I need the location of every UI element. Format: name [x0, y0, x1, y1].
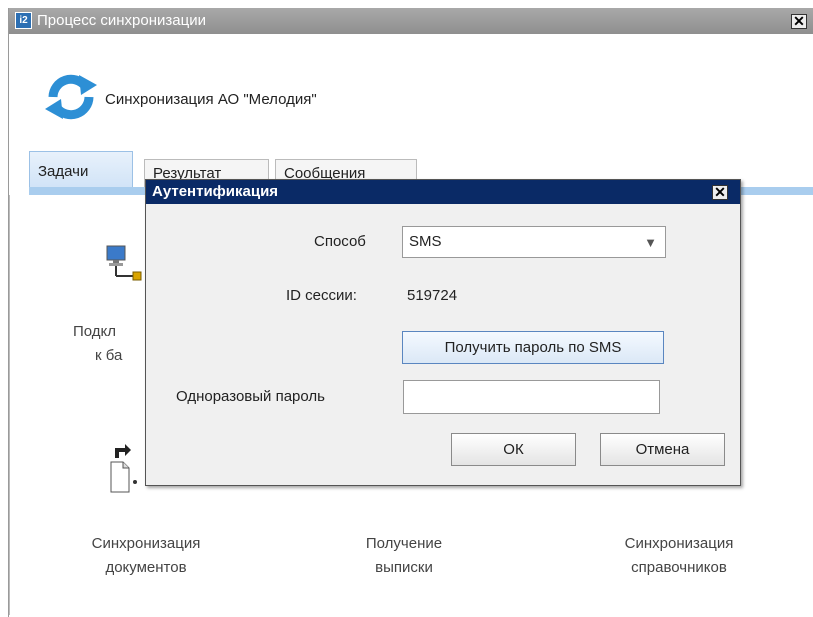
tile-statement-label[interactable]: Получение выписки [329, 532, 479, 580]
computer-connect-icon [106, 245, 142, 281]
dialog-close-button[interactable]: ✕ [712, 185, 728, 200]
tile-docs-line1: Синхронизация [91, 535, 201, 552]
sync-icon [45, 74, 97, 120]
dialog-titlebar[interactable]: Аутентификация ✕ [146, 180, 740, 204]
cancel-button[interactable]: Отмена [600, 433, 725, 466]
chevron-down-icon[interactable]: ▼ [644, 235, 657, 250]
dialog-title: Аутентификация [152, 183, 279, 200]
content-frame-left [9, 195, 10, 615]
tab-tasks[interactable]: Задачи [29, 151, 133, 189]
session-id-value: 519724 [407, 287, 458, 304]
window-title: Процесс синхронизации [37, 12, 206, 29]
tile-statement-line2: выписки [375, 559, 433, 576]
get-sms-password-button[interactable]: Получить пароль по SMS [402, 331, 664, 364]
tile-docs-line2: документов [105, 559, 187, 576]
window-titlebar[interactable]: i2 Процесс синхронизации ✕ [9, 8, 813, 34]
window-close-button[interactable]: ✕ [791, 14, 807, 29]
method-select[interactable]: SMS ▼ [402, 226, 666, 258]
tile-refs-line2: справочников [631, 559, 727, 576]
auth-dialog: Аутентификация ✕ Способ SMS ▼ ID сессии:… [145, 179, 741, 486]
app-icon: i2 [15, 12, 32, 29]
sync-header-text: Синхронизация АО "Мелодия" [105, 91, 317, 108]
method-label: Способ [314, 233, 366, 250]
otp-input[interactable] [403, 380, 660, 414]
tile-statement-line1: Получение [365, 535, 443, 552]
tile-docs-label[interactable]: Синхронизация документов [61, 532, 231, 580]
document-arrow-icon [110, 444, 137, 493]
method-selected-value: SMS [409, 233, 442, 250]
tile-refs-line1: Синхронизация [624, 535, 734, 552]
session-id-label: ID сессии: [286, 287, 357, 304]
ok-button[interactable]: ОК [451, 433, 576, 466]
tile-refs-label[interactable]: Синхронизация справочников [594, 532, 764, 580]
otp-label: Одноразовый пароль [176, 388, 325, 405]
